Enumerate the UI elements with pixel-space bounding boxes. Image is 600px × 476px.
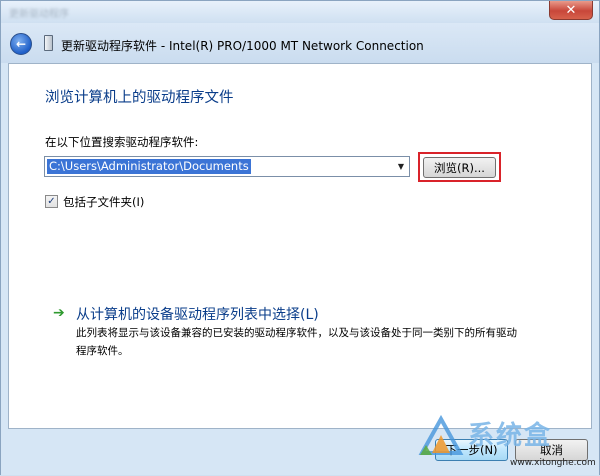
page-heading: 浏览计算机上的驱动程序文件 <box>45 90 234 106</box>
device-icon <box>44 35 53 51</box>
close-button[interactable]: ✕ <box>549 1 593 20</box>
chevron-down-icon[interactable]: ▼ <box>393 157 409 176</box>
title-bar: 更新驱动程序 ✕ <box>1 1 599 23</box>
watermark: 系统盒 www.xitonghe.com <box>418 411 600 476</box>
green-arrow-icon[interactable]: ➔ <box>53 305 65 321</box>
back-button[interactable]: ← <box>10 33 32 55</box>
search-location-label: 在以下位置搜索驱动程序软件: <box>45 135 199 149</box>
include-subfolders-label[interactable]: 包括子文件夹(I) <box>63 194 144 210</box>
navigation-bar: ← 更新驱动程序软件 - Intel(R) PRO/1000 MT Networ… <box>1 23 599 63</box>
title-bar-caption: 更新驱动程序 <box>9 9 69 20</box>
path-combobox[interactable]: C:\Users\Administrator\Documents ▼ <box>44 156 410 177</box>
watermark-logo-icon <box>418 415 464 455</box>
checkmark-icon: ✓ <box>47 195 56 207</box>
window-title: 更新驱动程序软件 - Intel(R) PRO/1000 MT Network … <box>61 39 424 53</box>
close-icon: ✕ <box>565 2 577 18</box>
dialog-window: 更新驱动程序 ✕ ← 更新驱动程序软件 - Intel(R) PRO/1000 … <box>0 0 600 475</box>
back-arrow-icon: ← <box>15 36 27 51</box>
path-input-value[interactable]: C:\Users\Administrator\Documents <box>47 159 251 174</box>
watermark-url: www.xitonghe.com <box>510 458 596 468</box>
pick-from-list-description: 此列表将显示与该设备兼容的已安装的驱动程序软件，以及与该设备处于同一类别下的所有… <box>76 327 517 357</box>
browse-button[interactable]: 浏览(R)... <box>423 157 496 178</box>
include-subfolders-checkbox[interactable]: ✓ <box>45 195 58 208</box>
pick-from-list-link[interactable]: 从计算机的设备驱动程序列表中选择(L) <box>76 304 319 324</box>
watermark-brand: 系统盒 <box>468 421 553 451</box>
content-panel: 浏览计算机上的驱动程序文件 在以下位置搜索驱动程序软件: C:\Users\Ad… <box>8 63 592 429</box>
